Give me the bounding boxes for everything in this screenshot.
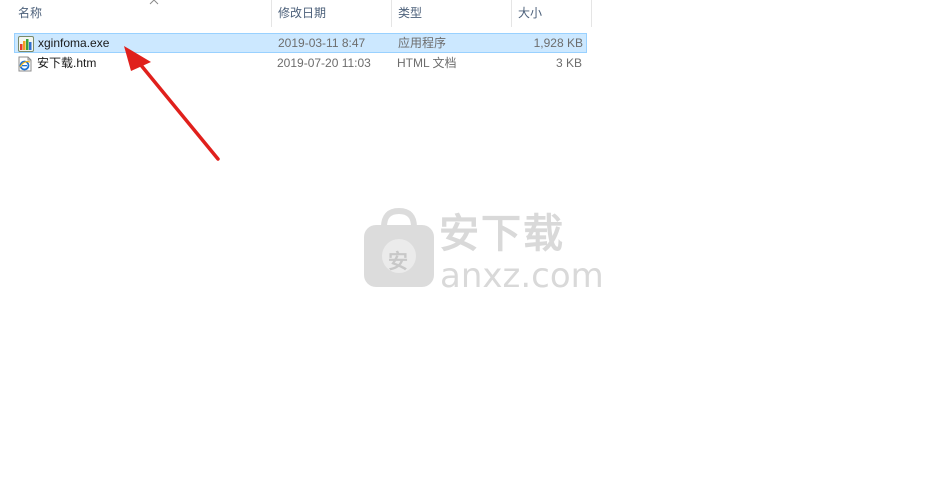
watermark-domain: anxz.com	[440, 256, 604, 296]
anxz-watermark: 安 安下载 anxz.com	[362, 207, 604, 297]
watermark-title: 安下载	[439, 211, 565, 257]
watermark-badge: 安	[388, 249, 408, 273]
